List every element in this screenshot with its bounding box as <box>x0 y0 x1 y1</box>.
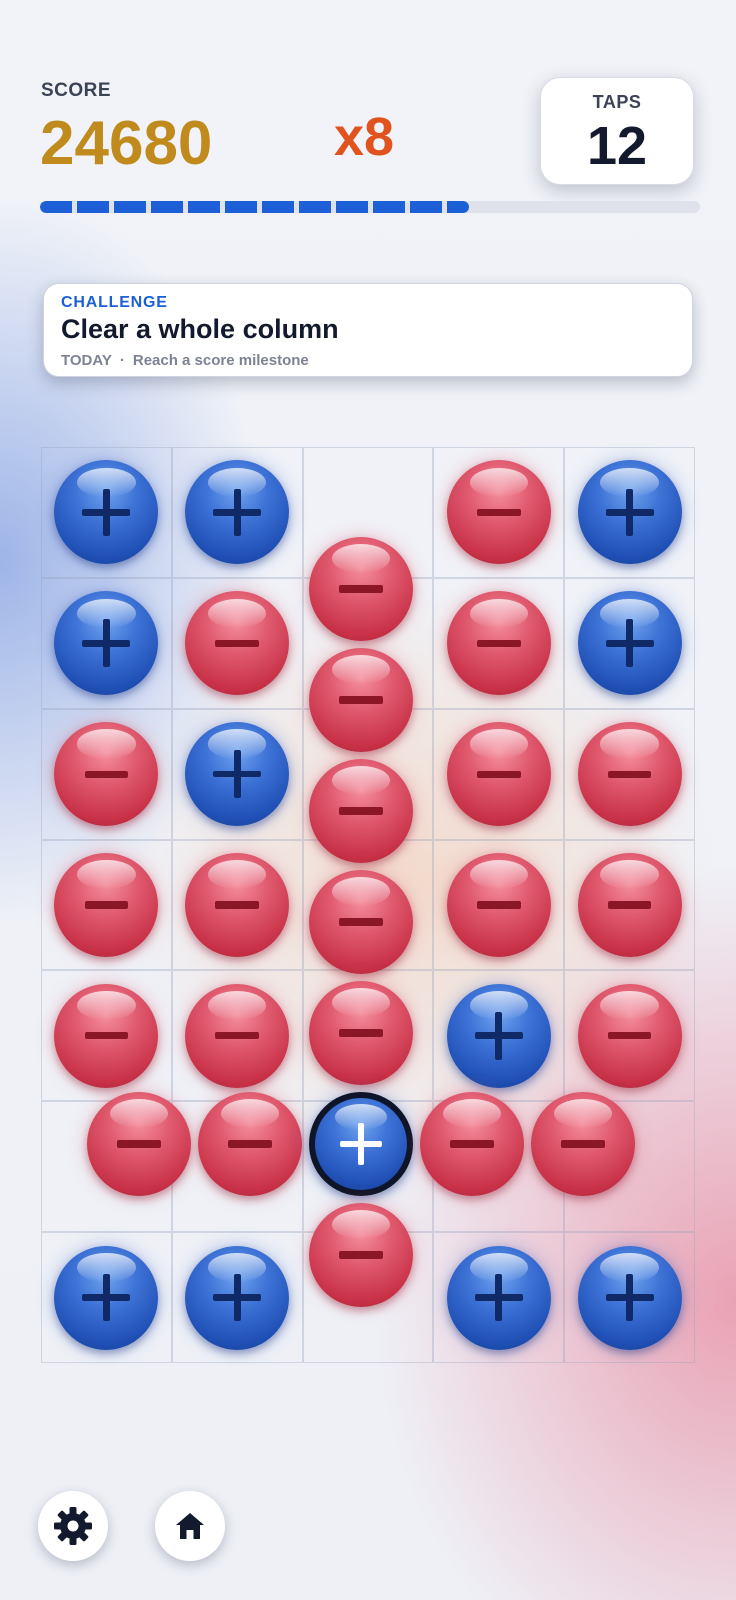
minus-icon <box>339 585 383 593</box>
challenge-card[interactable]: CHALLENGE Clear a whole column TODAY · Rea… <box>43 283 693 377</box>
score-value: 24680 <box>40 109 213 178</box>
minus-icon <box>215 1032 260 1040</box>
minus-icon <box>476 770 521 778</box>
red-ball[interactable] <box>185 853 290 957</box>
blue-ball[interactable] <box>577 1245 682 1350</box>
blue-ball[interactable] <box>54 460 159 565</box>
settings-button[interactable] <box>38 1491 108 1561</box>
challenge-subtitle: TODAY · Reach a score milestone <box>61 352 309 369</box>
red-ball[interactable] <box>309 981 413 1085</box>
challenge-title: Clear a whole column <box>61 314 339 344</box>
red-ball[interactable] <box>446 591 551 696</box>
challenge-separator: · <box>119 352 125 369</box>
red-ball[interactable] <box>198 1092 302 1196</box>
blue-ball[interactable] <box>54 1245 159 1350</box>
plus-icon <box>605 619 654 668</box>
plus-icon <box>213 1273 261 1322</box>
minus-icon <box>476 639 521 647</box>
minus-icon <box>117 1140 161 1148</box>
minus-icon <box>450 1140 494 1148</box>
blue-ball[interactable] <box>577 460 682 565</box>
minus-icon <box>607 901 652 909</box>
plus-icon <box>82 1273 131 1322</box>
red-ball[interactable] <box>577 722 682 827</box>
red-ball[interactable] <box>577 853 682 957</box>
plus-icon <box>213 488 261 537</box>
score-label: SCORE <box>41 80 112 101</box>
minus-icon <box>84 770 129 778</box>
minus-icon <box>607 1032 652 1040</box>
minus-icon <box>215 901 260 909</box>
red-ball[interactable] <box>446 853 551 957</box>
minus-icon <box>607 770 652 778</box>
minus-icon <box>476 508 521 517</box>
home-icon <box>173 1509 207 1543</box>
blue-ball[interactable] <box>577 591 682 696</box>
red-ball[interactable] <box>531 1092 635 1196</box>
red-ball[interactable] <box>54 722 159 827</box>
red-ball[interactable] <box>309 648 413 752</box>
plus-icon <box>474 1273 523 1322</box>
plus-icon <box>474 1011 523 1060</box>
red-ball[interactable] <box>309 537 413 641</box>
red-ball[interactable] <box>577 983 682 1088</box>
minus-icon <box>561 1140 605 1148</box>
plus-icon <box>605 1273 654 1322</box>
minus-icon <box>339 696 383 704</box>
plus-icon <box>82 488 131 537</box>
blue-ball[interactable] <box>185 460 290 565</box>
red-ball[interactable] <box>420 1092 524 1196</box>
level-progress-fill <box>40 201 469 213</box>
minus-icon <box>339 1029 383 1037</box>
red-ball[interactable] <box>446 460 551 565</box>
minus-icon <box>339 1251 383 1259</box>
blue-ball[interactable] <box>446 1245 551 1350</box>
taps-counter: TAPS 12 <box>540 77 694 185</box>
plus-icon <box>605 488 654 537</box>
challenge-period: TODAY <box>61 352 112 369</box>
red-ball[interactable] <box>446 722 551 827</box>
home-button[interactable] <box>155 1491 225 1561</box>
red-ball[interactable] <box>309 1203 413 1307</box>
red-ball[interactable] <box>54 853 159 957</box>
minus-icon <box>84 1032 129 1040</box>
red-ball[interactable] <box>87 1092 191 1196</box>
selected-ball[interactable] <box>309 1092 413 1196</box>
minus-icon <box>339 807 383 815</box>
level-progress-bar <box>40 201 700 213</box>
plus-icon <box>213 750 261 798</box>
red-ball[interactable] <box>54 983 159 1088</box>
red-ball[interactable] <box>185 591 290 696</box>
red-ball[interactable] <box>309 870 413 974</box>
minus-icon <box>84 901 129 909</box>
game-board <box>41 447 695 1363</box>
minus-icon <box>476 901 521 909</box>
blue-ball[interactable] <box>185 722 290 827</box>
taps-value: 12 <box>586 116 648 176</box>
red-ball[interactable] <box>309 759 413 863</box>
blue-ball[interactable] <box>446 983 551 1088</box>
combo-multiplier: x8 <box>334 107 395 167</box>
plus-icon <box>82 619 131 668</box>
challenge-label: CHALLENGE <box>61 294 168 311</box>
plus-icon <box>339 1122 383 1166</box>
red-ball[interactable] <box>185 983 290 1088</box>
blue-ball[interactable] <box>54 591 159 696</box>
minus-icon <box>215 639 260 647</box>
taps-label: TAPS <box>592 92 642 112</box>
blue-ball[interactable] <box>185 1245 290 1350</box>
minus-icon <box>228 1140 272 1148</box>
gear-icon <box>51 1504 95 1548</box>
minus-icon <box>339 918 383 926</box>
challenge-goal: Reach a score milestone <box>132 352 309 369</box>
